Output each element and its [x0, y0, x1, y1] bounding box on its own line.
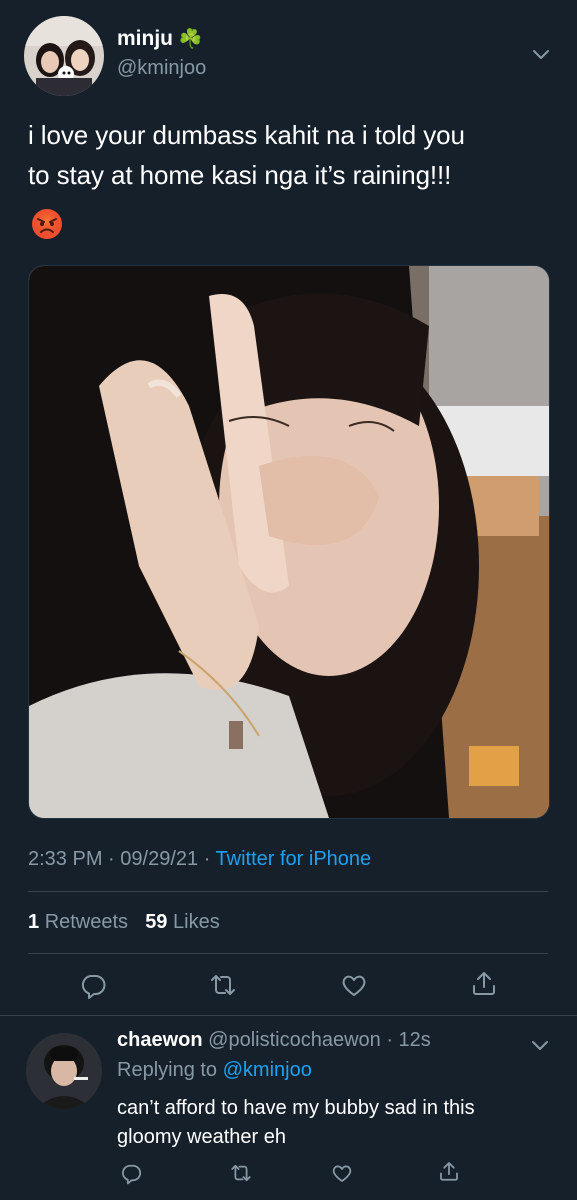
likes-stat[interactable]: 59 Likes	[145, 911, 220, 933]
meta-separator: ·	[203, 848, 216, 870]
likes-label: Likes	[173, 911, 220, 933]
tweet-photo[interactable]	[28, 265, 550, 819]
retweets-label: Retweets	[44, 911, 129, 933]
heart-icon[interactable]	[339, 970, 369, 1000]
author-handle[interactable]: @kminjoo	[117, 57, 206, 80]
retweet-icon[interactable]	[229, 1161, 253, 1185]
retweets-count: 1	[28, 911, 40, 933]
angry-face-emoji	[31, 208, 63, 240]
reply-icon[interactable]	[119, 1161, 143, 1185]
divider	[28, 891, 548, 892]
tweet-meta: 2:33 PM · 09/29/21 · Twitter for iPhone	[28, 848, 371, 871]
reply-header: chaewon @polisticochaewon · 12s	[117, 1029, 431, 1052]
reply-time: 12s	[398, 1029, 431, 1051]
clover-emoji: ☘️	[178, 29, 203, 50]
retweets-stat[interactable]: 1 Retweets	[28, 911, 128, 933]
reply-text-line: can’t afford to have my bubby sad in thi…	[117, 1097, 475, 1119]
tweet-stats: 1 Retweets 59 Likes	[28, 911, 220, 934]
chevron-down-icon[interactable]	[527, 40, 555, 68]
heart-icon[interactable]	[330, 1161, 354, 1185]
replying-to: Replying to @kminjoo	[117, 1059, 312, 1082]
tweet-date: 09/29/21	[120, 848, 199, 870]
replying-to-label: Replying to	[117, 1059, 218, 1081]
tweet-text: i love your dumbass kahit na i told you …	[28, 115, 553, 195]
reply-author-handle[interactable]: @polisticochaewon	[208, 1029, 381, 1051]
meta-separator: ·	[108, 848, 121, 870]
divider	[0, 1015, 577, 1016]
share-icon[interactable]	[469, 968, 499, 998]
retweet-icon[interactable]	[208, 970, 238, 1000]
replying-to-handle[interactable]: @kminjoo	[223, 1059, 312, 1081]
chevron-down-icon[interactable]	[527, 1032, 553, 1058]
divider	[28, 953, 548, 954]
likes-count: 59	[145, 911, 168, 933]
meta-separator: ·	[380, 1029, 399, 1051]
tweet-text-line: i love your dumbass kahit na i told you	[28, 120, 465, 150]
reply-text: can’t afford to have my bubby sad in thi…	[117, 1094, 547, 1152]
reply-author-name[interactable]: chaewon	[117, 1029, 203, 1051]
tweet-text-line: to stay at home kasi nga it’s raining!!!	[28, 160, 452, 190]
tweet-source-link[interactable]: Twitter for iPhone	[216, 848, 372, 870]
author-name-text: minju	[117, 27, 173, 50]
tweet-time: 2:33 PM	[28, 848, 103, 870]
reply-text-line: gloomy weather eh	[117, 1126, 286, 1148]
author-avatar[interactable]	[24, 16, 104, 96]
share-icon[interactable]	[437, 1159, 461, 1183]
reply-icon[interactable]	[78, 970, 108, 1000]
reply-author-avatar[interactable]	[26, 1033, 102, 1109]
author-name[interactable]: minju ☘️	[117, 27, 203, 51]
